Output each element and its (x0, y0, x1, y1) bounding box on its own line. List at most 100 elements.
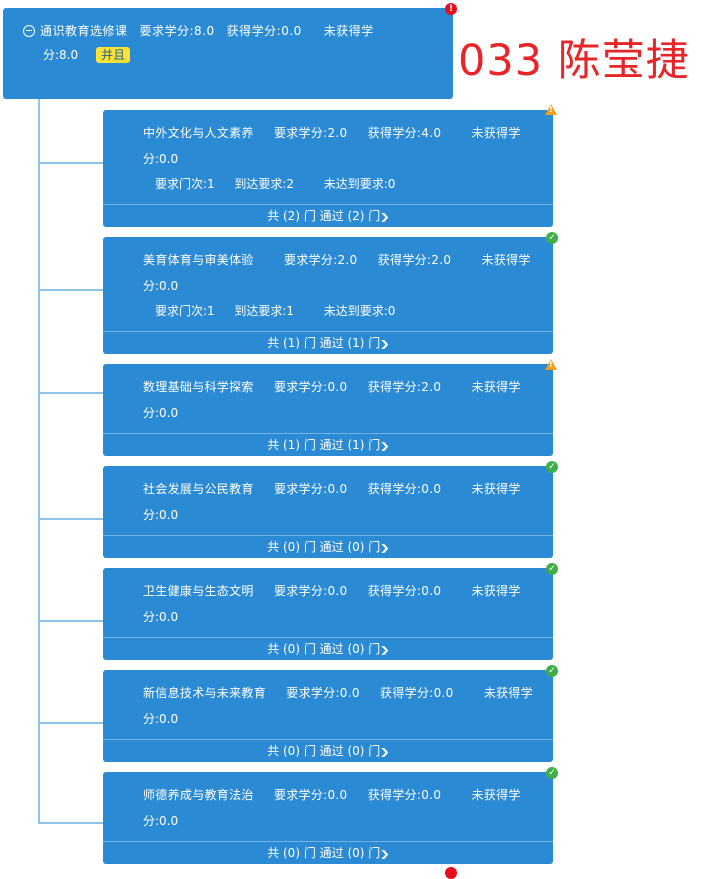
root-requirement-card[interactable]: 通识教育选修课 要求学分:8.0 获得学分:0.0 未获得学 分:8.0 并且 (3, 8, 453, 99)
expand-courses-button[interactable]: 共 (0) 门 通过 (0) 门❯ (103, 841, 553, 864)
check-circle-icon: ✓ (546, 767, 558, 779)
reached-count: 到达要求:1 (234, 304, 295, 318)
missing-credits: 未获得学 (483, 686, 534, 700)
course-summary: 共 (2) 门 通过 (2) 门 (267, 209, 381, 223)
missing-credits: 未获得学 (471, 788, 521, 802)
chevron-down-icon: ❯ (379, 213, 391, 223)
category-name: 卫生健康与生态文明 (143, 584, 254, 598)
required-credits: 要求学分:0.0 (273, 380, 348, 394)
course-count-line: 要求门次:1 到达要求:1 未达到要求:0 (155, 302, 395, 319)
required-credits: 要求学分:0.0 (273, 788, 348, 802)
missing-credits-value: 分:0.0 (143, 508, 179, 522)
chevron-down-icon: ❯ (379, 340, 391, 350)
category-card[interactable]: 美育体育与审美体验 要求学分:2.0 获得学分:2.0 未获得学 分:0.0 要… (103, 237, 553, 354)
course-summary: 共 (0) 门 通过 (0) 门 (267, 744, 381, 758)
expand-courses-button[interactable]: 共 (1) 门 通过 (1) 门❯ (103, 433, 553, 456)
root-required-credits: 要求学分:8.0 (139, 24, 215, 38)
tree-branch-line (38, 162, 103, 164)
earned-credits: 获得学分:0.0 (367, 788, 442, 802)
tree-branch-line (38, 822, 103, 824)
required-credits: 要求学分:0.0 (273, 482, 348, 496)
expand-courses-button[interactable]: 共 (1) 门 通过 (1) 门❯ (103, 331, 553, 354)
check-circle-icon: ✓ (546, 563, 558, 575)
tree-branch-line (38, 722, 103, 724)
required-count: 要求门次:1 (155, 304, 215, 318)
chevron-down-icon: ❯ (379, 748, 391, 758)
unreached-count: 未达到要求:0 (323, 304, 396, 318)
category-name: 中外文化与人文素养 (143, 126, 254, 140)
missing-credits-value: 分:0.0 (143, 610, 179, 624)
expand-courses-button[interactable]: 共 (0) 门 通过 (0) 门❯ (103, 739, 553, 762)
watermark-text: 033 陈莹捷 (458, 36, 690, 86)
category-header: 数理基础与科学探索 要求学分:0.0 获得学分:2.0 未获得学 (143, 378, 521, 395)
exclamation-circle-icon: ! (445, 3, 457, 15)
check-circle-icon: ✓ (546, 461, 558, 473)
expand-courses-button[interactable]: 共 (2) 门 通过 (2) 门❯ (103, 204, 553, 227)
missing-credits: 未获得学 (481, 253, 531, 267)
tree-branch-line (38, 620, 103, 622)
required-credits: 要求学分:2.0 (273, 126, 348, 140)
exclamation-circle-icon (445, 867, 457, 879)
required-credits: 要求学分:2.0 (283, 253, 358, 267)
required-credits: 要求学分:0.0 (286, 686, 360, 700)
earned-credits: 获得学分:2.0 (367, 380, 442, 394)
tree-branch-line (38, 289, 103, 291)
check-circle-icon: ✓ (546, 232, 558, 244)
logic-and-badge: 并且 (96, 46, 131, 63)
missing-credits: 未获得学 (471, 380, 521, 394)
course-summary: 共 (0) 门 通过 (0) 门 (267, 642, 381, 656)
earned-credits: 获得学分:0.0 (367, 584, 442, 598)
category-card[interactable]: 社会发展与公民教育 要求学分:0.0 获得学分:0.0 未获得学 分:0.0 共… (103, 466, 553, 558)
course-summary: 共 (0) 门 通过 (0) 门 (267, 846, 381, 860)
course-summary: 共 (0) 门 通过 (0) 门 (267, 540, 381, 554)
missing-credits: 未获得学 (471, 482, 521, 496)
tree-vertical-line (38, 99, 40, 824)
expand-courses-button[interactable]: 共 (0) 门 通过 (0) 门❯ (103, 535, 553, 558)
earned-credits: 获得学分:4.0 (367, 126, 442, 140)
reached-count: 到达要求:2 (234, 177, 295, 191)
missing-credits-value: 分:0.0 (143, 406, 179, 420)
expand-courses-button[interactable]: 共 (0) 门 通过 (0) 门❯ (103, 637, 553, 660)
chevron-down-icon: ❯ (379, 442, 391, 452)
category-name: 数理基础与科学探索 (143, 380, 254, 394)
chevron-down-icon: ❯ (379, 850, 391, 860)
category-card[interactable]: 卫生健康与生态文明 要求学分:0.0 获得学分:0.0 未获得学 分:0.0 共… (103, 568, 553, 660)
warning-triangle-icon: ! (545, 104, 557, 115)
root-missing-credits: 未获得学 (323, 24, 374, 38)
category-header: 卫生健康与生态文明 要求学分:0.0 获得学分:0.0 未获得学 (143, 582, 521, 599)
category-card[interactable]: 师德养成与教育法治 要求学分:0.0 获得学分:0.0 未获得学 分:0.0 共… (103, 772, 553, 864)
category-header: 社会发展与公民教育 要求学分:0.0 获得学分:0.0 未获得学 (143, 480, 521, 497)
root-missing-credits-value: 分:8.0 (43, 48, 79, 62)
missing-credits-value: 分:0.0 (143, 152, 179, 166)
warning-triangle-icon: ! (545, 359, 557, 370)
check-circle-icon: ✓ (546, 665, 558, 677)
category-name: 社会发展与公民教育 (143, 482, 254, 496)
earned-credits: 获得学分:0.0 (380, 686, 454, 700)
chevron-down-icon: ❯ (379, 646, 391, 656)
category-card[interactable]: 中外文化与人文素养 要求学分:2.0 获得学分:4.0 未获得学 分:0.0 要… (103, 110, 553, 227)
root-earned-credits: 获得学分:0.0 (226, 24, 302, 38)
unreached-count: 未达到要求:0 (323, 177, 396, 191)
category-card[interactable]: 数理基础与科学探索 要求学分:0.0 获得学分:2.0 未获得学 分:0.0 共… (103, 364, 553, 456)
root-header: 通识教育选修课 要求学分:8.0 获得学分:0.0 未获得学 (23, 22, 374, 39)
tree-branch-line (38, 518, 103, 520)
minus-circle-icon[interactable] (23, 24, 35, 37)
course-summary: 共 (1) 门 通过 (1) 门 (267, 438, 381, 452)
root-subline: 分:8.0 并且 (43, 46, 131, 63)
category-name: 新信息技术与未来教育 (143, 686, 267, 700)
category-name: 美育体育与审美体验 (143, 253, 254, 267)
missing-credits-value: 分:0.0 (143, 279, 179, 293)
chevron-down-icon: ❯ (379, 544, 391, 554)
missing-credits-value: 分:0.0 (143, 814, 179, 828)
missing-credits: 未获得学 (471, 126, 521, 140)
missing-credits-value: 分:0.0 (143, 712, 179, 726)
course-summary: 共 (1) 门 通过 (1) 门 (267, 336, 381, 350)
category-header: 中外文化与人文素养 要求学分:2.0 获得学分:4.0 未获得学 (143, 124, 521, 141)
category-card[interactable]: 新信息技术与未来教育 要求学分:0.0 获得学分:0.0 未获得学 分:0.0 … (103, 670, 553, 762)
earned-credits: 获得学分:0.0 (367, 482, 442, 496)
required-count: 要求门次:1 (155, 177, 215, 191)
root-name: 通识教育选修课 (40, 24, 128, 38)
category-header: 美育体育与审美体验 要求学分:2.0 获得学分:2.0 未获得学 (143, 251, 531, 268)
course-count-line: 要求门次:1 到达要求:2 未达到要求:0 (155, 175, 395, 192)
category-header: 师德养成与教育法治 要求学分:0.0 获得学分:0.0 未获得学 (143, 786, 521, 803)
